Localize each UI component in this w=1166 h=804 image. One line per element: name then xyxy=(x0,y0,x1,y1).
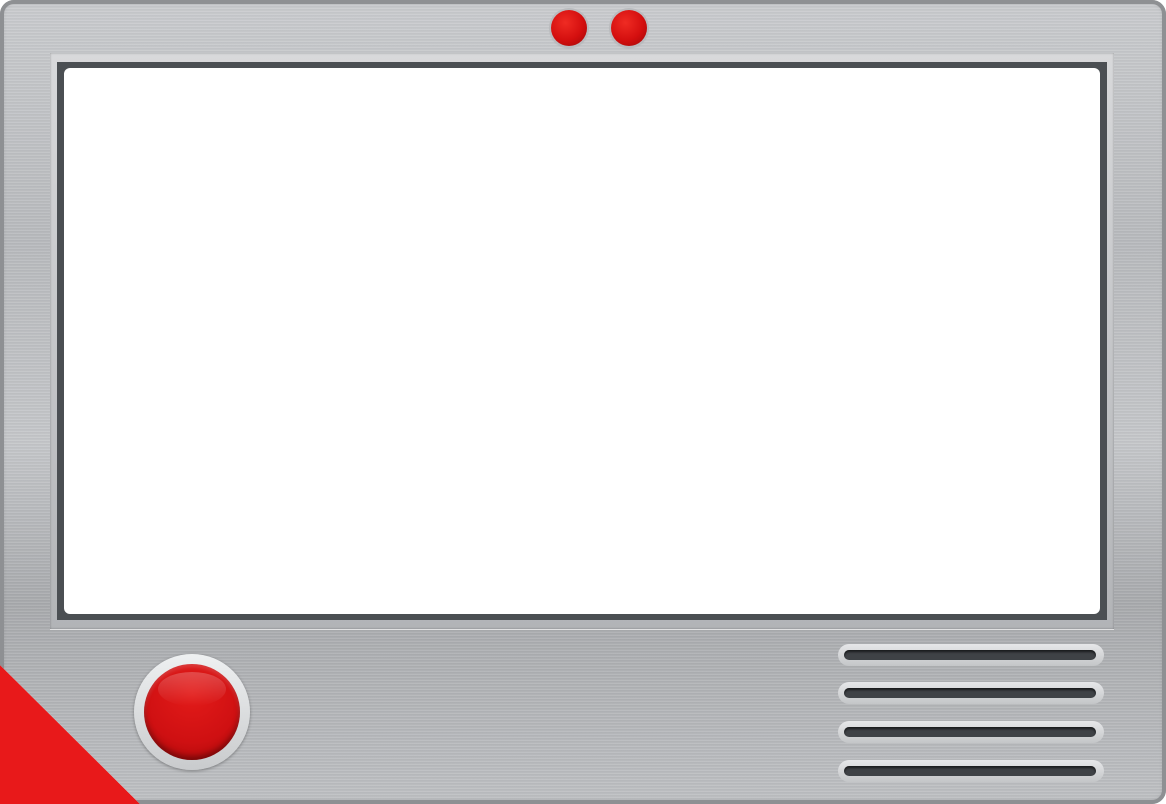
display-screen[interactable] xyxy=(64,68,1100,614)
speaker-grille-icon xyxy=(838,642,1104,784)
speaker-slot xyxy=(838,682,1104,704)
indicator-light-right-icon xyxy=(611,10,647,46)
speaker-slot xyxy=(838,760,1104,782)
home-button[interactable] xyxy=(144,664,240,760)
speaker-slot xyxy=(838,644,1104,666)
speaker-slot xyxy=(838,721,1104,743)
indicator-light-left-icon xyxy=(551,10,587,46)
handheld-device xyxy=(0,0,1166,804)
